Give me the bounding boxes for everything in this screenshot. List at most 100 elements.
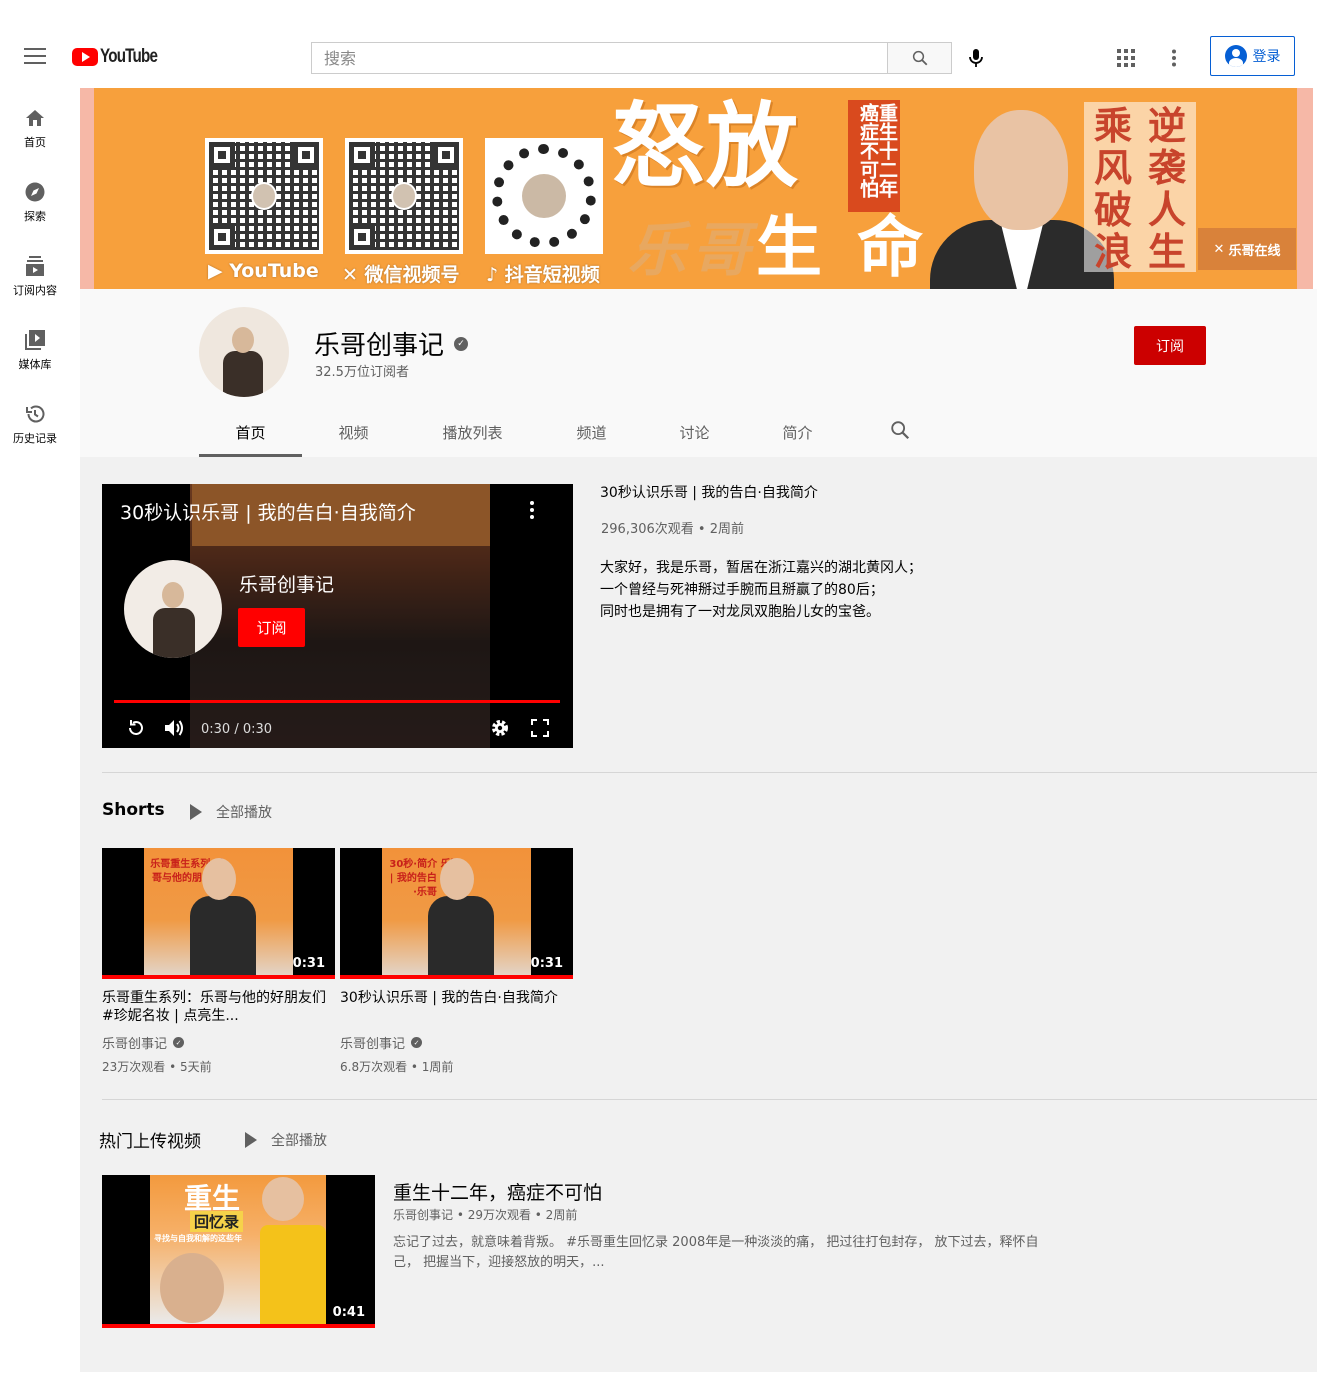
play-all-label: 全部播放 [216, 805, 272, 821]
volume-icon[interactable] [162, 716, 186, 740]
channel-search-icon[interactable] [889, 419, 913, 443]
banner-slogan: 乘逆 风袭 破人 浪生 [1084, 102, 1196, 272]
short-card[interactable]: 乐哥重生系列 乐哥与他的朋友们 0:31 乐哥重生系列：乐哥与他的好朋友们#珍妮… [102, 848, 335, 1075]
guide-item-label: 首页 [24, 136, 46, 149]
popular-play-all[interactable]: 全部播放 [245, 1130, 327, 1150]
player-title[interactable]: 30秒认识乐哥 | 我的告白·自我简介 [120, 498, 416, 525]
sign-in-button[interactable]: 登录 [1210, 36, 1295, 76]
shorts-play-all[interactable]: 全部播放 [190, 802, 272, 822]
watched-progress [102, 1324, 375, 1328]
player-time: 0:30 / 0:30 [201, 722, 273, 737]
verified-badge-icon [454, 336, 469, 351]
guide-item-label: 历史记录 [13, 432, 57, 445]
subscriptions-icon [23, 254, 47, 278]
banner-brand-badge: ✕ 乐哥在线 [1198, 228, 1296, 270]
shorts-shelf-title[interactable]: Shorts [102, 800, 165, 820]
short-title[interactable]: 乐哥重生系列：乐哥与他的好朋友们#珍妮名妆 | 点亮生... [102, 989, 335, 1025]
popular-video-title[interactable]: 重生十二年，癌症不可怕 [393, 1178, 602, 1205]
search-box [311, 42, 888, 74]
short-stats: 23万次观看 • 5天前 [102, 1060, 212, 1074]
tab-playlists[interactable]: 播放列表 [405, 407, 540, 457]
kebab-menu-icon [1172, 49, 1176, 67]
tab-channels[interactable]: 频道 [540, 407, 643, 457]
player-more-icon[interactable] [522, 498, 542, 522]
guide-item-library[interactable]: 媒体库 [0, 310, 70, 384]
history-icon [23, 402, 47, 426]
guide-item-history[interactable]: 历史记录 [0, 384, 70, 458]
subscriber-count: 32.5万位订阅者 [315, 365, 409, 380]
channel-header: 乐哥创事记 32.5万位订阅者 订阅 首页 视频 播放列表 频道 讨论 简介 [80, 289, 1317, 457]
popular-shelf-title[interactable]: 热门上传视频 [99, 1127, 201, 1152]
youtube-qr-code [205, 138, 323, 254]
guide-item-subscriptions[interactable]: 订阅内容 [0, 236, 70, 310]
popular-video-thumbnail[interactable]: 重生 回忆录 寻找与自我和解的这些年 0:41 [102, 1175, 375, 1328]
search-button[interactable] [887, 42, 952, 74]
channel-tabs: 首页 视频 播放列表 频道 讨论 简介 [199, 407, 910, 457]
watched-progress [340, 975, 573, 979]
featured-video-description: 大家好，我是乐哥，暂居在浙江嘉兴的湖北黄冈人； 一个曾经与死神掰过手腕而且掰赢了… [600, 560, 922, 620]
account-icon [1224, 45, 1247, 67]
banner-headline: 怒放 [612, 92, 801, 200]
endscreen-subscribe-button[interactable]: 订阅 [238, 608, 305, 647]
short-card[interactable]: 30秒·简介 乐哥 | 我的告白 重生·乐哥 0:31 30秒认识乐哥 | 我的… [340, 848, 573, 1075]
section-divider [102, 1099, 1317, 1100]
progress-bar[interactable] [114, 700, 560, 703]
endscreen-channel-name[interactable]: 乐哥创事记 [239, 570, 334, 597]
douyin-qr-code [485, 138, 603, 254]
short-channel[interactable]: 乐哥创事记 [102, 1033, 335, 1052]
endscreen-channel-avatar[interactable] [124, 560, 222, 658]
channel-banner: ▶ YouTube ✕ 微信视频号 ♪ 抖音短视频 怒放 乐哥生 命 重生十二年… [80, 88, 1313, 289]
short-thumbnail[interactable]: 乐哥重生系列 乐哥与他的朋友们 0:31 [102, 848, 335, 979]
banner-qr-label: ▶ YouTube [208, 260, 319, 282]
guide-item-label: 订阅内容 [13, 284, 57, 297]
play-all-label: 全部播放 [271, 1133, 327, 1149]
popular-video-meta: 乐哥创事记 • 29万次观看 • 2周前 [393, 1208, 578, 1222]
section-divider [102, 772, 1317, 773]
tab-videos[interactable]: 视频 [302, 407, 405, 457]
channel-name: 乐哥创事记 [314, 325, 469, 362]
banner-qr-label: ✕ 微信视频号 [342, 264, 460, 286]
search-icon [912, 50, 927, 66]
short-channel[interactable]: 乐哥创事记 [340, 1033, 573, 1052]
thumbnail-text: 寻找与自我和解的这些年 [154, 1234, 242, 1243]
watched-progress [102, 975, 335, 979]
replay-icon[interactable] [124, 716, 148, 740]
thumbnail-text: 回忆录 [190, 1211, 244, 1232]
apps-button[interactable] [1114, 46, 1138, 70]
featured-video-title[interactable]: 30秒认识乐哥 | 我的告白·自我简介 [600, 482, 818, 502]
subscribe-button[interactable]: 订阅 [1134, 326, 1206, 365]
verified-badge-icon [173, 1037, 185, 1048]
menu-icon[interactable] [24, 48, 46, 66]
short-thumbnail[interactable]: 30秒·简介 乐哥 | 我的告白 重生·乐哥 0:31 [340, 848, 573, 979]
library-icon [23, 328, 47, 352]
settings-gear-icon[interactable] [488, 716, 512, 740]
wechat-qr-code [345, 138, 463, 254]
search-input[interactable] [312, 43, 888, 73]
youtube-play-icon [72, 48, 98, 66]
duration-badge: 0:41 [332, 1305, 365, 1320]
play-icon [245, 1132, 257, 1148]
banner-qr-label: ♪ 抖音短视频 [486, 264, 600, 286]
guide-item-explore[interactable]: 探索 [0, 162, 70, 236]
tab-home[interactable]: 首页 [199, 407, 302, 457]
tab-about[interactable]: 简介 [746, 407, 849, 457]
tab-discussion[interactable]: 讨论 [643, 407, 746, 457]
banner-subheadline: 乐哥生 命 [628, 208, 929, 286]
short-title[interactable]: 30秒认识乐哥 | 我的告白·自我简介 [340, 989, 573, 1025]
apps-grid-icon [1117, 49, 1135, 67]
settings-more-button[interactable] [1162, 46, 1186, 70]
featured-video-player[interactable]: 30秒认识乐哥 | 我的告白·自我简介 乐哥创事记 订阅 0:30 / 0:30 [102, 484, 573, 748]
voice-search-button[interactable] [962, 44, 990, 72]
banner-vertical-text: 重生十二年癌症不可怕 [848, 100, 900, 212]
fullscreen-icon[interactable] [528, 716, 552, 740]
featured-video-views: 296,306次观看 • 2周前 [601, 522, 744, 537]
banner-edge [80, 88, 94, 289]
masthead: YouTube 登录 [0, 26, 1317, 88]
banner-edge [1297, 88, 1313, 289]
guide-item-home[interactable]: 首页 [0, 88, 70, 162]
youtube-logo[interactable]: YouTube [72, 46, 171, 68]
home-icon [23, 106, 47, 130]
verified-badge-icon [411, 1037, 423, 1048]
channel-avatar[interactable] [199, 307, 289, 397]
microphone-icon [969, 49, 983, 67]
